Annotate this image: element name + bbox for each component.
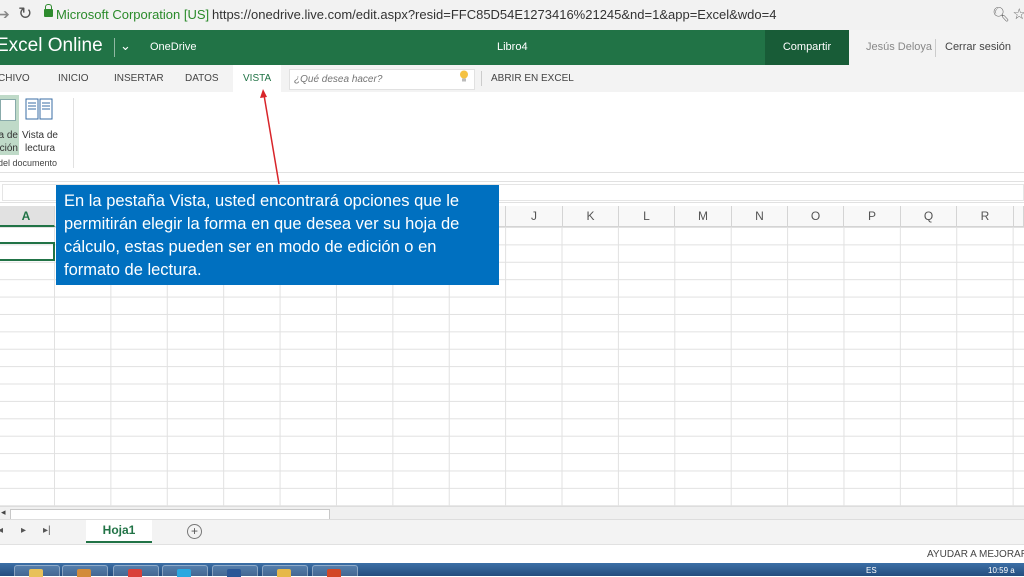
tell-me-box[interactable]	[289, 69, 475, 90]
column-header-a[interactable]: A	[0, 206, 55, 227]
ev-certificate-badge[interactable]: Microsoft Corporation [US]	[56, 7, 209, 22]
forward-icon[interactable]: ➔	[0, 6, 10, 23]
lightbulb-icon	[460, 70, 468, 82]
active-cell[interactable]	[0, 242, 55, 261]
column-header-l[interactable]: L	[619, 206, 675, 227]
reading-view-label: Vista de lectura	[22, 130, 58, 154]
app-header: Excel Online ⌄ OneDrive Libro4 Compartir…	[0, 30, 1024, 65]
tab-archivo[interactable]: CHIVO	[0, 73, 30, 84]
tutorial-callout: En la pestaña Vista, usted encontrará op…	[56, 185, 499, 285]
taskbar-explorer-icon[interactable]	[14, 565, 60, 577]
ribbon-tabs: CHIVO INICIO INSERTAR DATOS VISTA ABRIR …	[0, 65, 1024, 92]
taskbar-word-icon[interactable]	[212, 565, 258, 577]
ribbon-body: a de ción Vista de lectura del documento	[0, 92, 1024, 173]
taskbar-clock[interactable]: 10:59 a	[988, 566, 1015, 575]
divider	[935, 39, 936, 57]
group-divider	[73, 98, 74, 168]
user-area: Jesús Deloya Cerrar sesión	[849, 30, 1024, 65]
user-name[interactable]: Jesús Deloya	[866, 41, 932, 53]
horizontal-scrollbar[interactable]: ◂	[0, 506, 1024, 520]
taskbar-powerpoint-icon[interactable]	[312, 565, 358, 577]
reload-icon[interactable]: ↻	[18, 4, 32, 24]
open-in-excel-button[interactable]: ABRIR EN EXCEL	[491, 73, 574, 84]
windows-taskbar: ES 10:59 a	[0, 563, 1024, 577]
taskbar-chrome-icon[interactable]	[113, 565, 159, 577]
language-indicator[interactable]: ES	[866, 566, 877, 575]
column-header-m[interactable]: M	[675, 206, 732, 227]
sign-out-link[interactable]: Cerrar sesión	[945, 41, 1011, 53]
tab-insertar[interactable]: INSERTAR	[114, 73, 164, 84]
column-header-p[interactable]: P	[844, 206, 901, 227]
chevron-down-icon[interactable]: ⌄	[114, 38, 131, 57]
sheet-next-icon[interactable]: ▸	[21, 525, 26, 536]
group-label: del documento	[0, 158, 58, 168]
zoom-icon[interactable]: 🔍︎	[992, 6, 1010, 23]
editing-view-icon	[0, 99, 16, 121]
column-header-k[interactable]: K	[563, 206, 619, 227]
lock-icon	[44, 4, 53, 17]
column-header-n[interactable]: N	[732, 206, 788, 227]
taskbar-folder-icon[interactable]	[262, 565, 308, 577]
document-title[interactable]: Libro4	[497, 41, 528, 53]
editing-view-label: a de ción	[0, 130, 18, 154]
tab-inicio[interactable]: INICIO	[58, 73, 89, 84]
taskbar-media-icon[interactable]	[62, 565, 108, 577]
browser-address-bar: ➔ ↻ Microsoft Corporation [US] https://o…	[0, 0, 1024, 31]
divider	[481, 71, 482, 86]
sheet-tab-hoja1[interactable]: Hoja1	[86, 520, 152, 543]
column-header-j[interactable]: J	[506, 206, 563, 227]
tell-me-input[interactable]	[292, 71, 456, 88]
reading-view-button[interactable]: Vista de lectura	[19, 95, 61, 155]
column-header-o[interactable]: O	[788, 206, 844, 227]
status-bar: AYUDAR A MEJORAR O	[0, 544, 1024, 564]
sheet-last-icon[interactable]: ▸|	[43, 525, 51, 536]
url-field[interactable]: https://onedrive.live.com/edit.aspx?resi…	[212, 7, 776, 22]
tab-vista[interactable]: VISTA	[243, 73, 271, 84]
taskbar-skype-icon[interactable]	[162, 565, 208, 577]
sheet-tab-bar: ◂ ▸ ▸| Hoja1 +	[0, 519, 1024, 545]
scroll-left-icon[interactable]: ◂	[1, 507, 6, 518]
column-header-r[interactable]: R	[957, 206, 1014, 227]
share-button[interactable]: Compartir	[765, 30, 849, 65]
column-header-s[interactable]	[1014, 206, 1024, 227]
add-sheet-icon[interactable]: +	[187, 524, 202, 539]
breadcrumb-onedrive[interactable]: OneDrive	[150, 41, 196, 53]
tab-datos[interactable]: DATOS	[185, 73, 219, 84]
column-header-q[interactable]: Q	[901, 206, 957, 227]
editing-view-button[interactable]: a de ción	[0, 95, 19, 155]
help-improve-link[interactable]: AYUDAR A MEJORAR O	[927, 549, 1024, 560]
app-name[interactable]: Excel Online	[0, 35, 103, 57]
reading-view-icon	[25, 98, 53, 120]
sheet-prev-icon[interactable]: ◂	[0, 525, 3, 536]
bookmark-star-icon[interactable]: ☆	[1013, 5, 1024, 23]
